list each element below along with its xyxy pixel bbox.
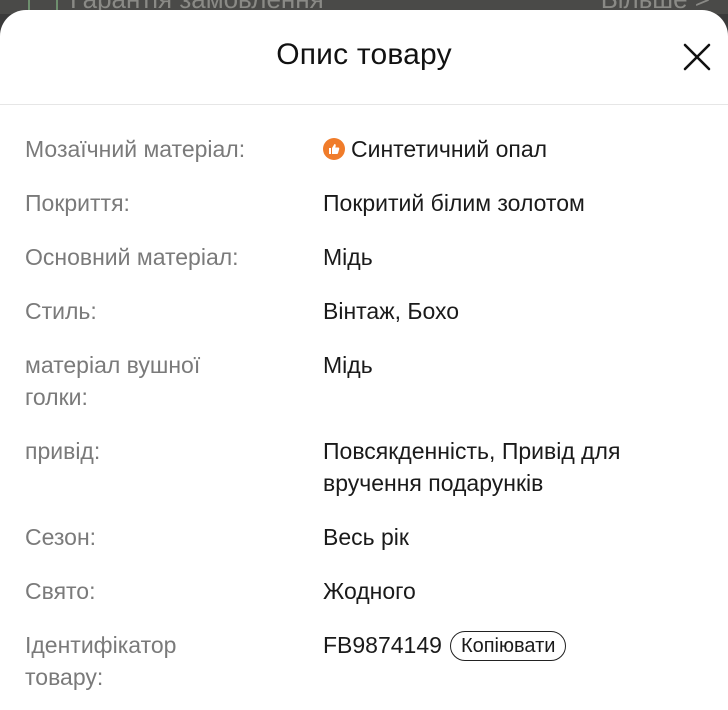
- close-icon: [683, 43, 711, 71]
- close-button[interactable]: [680, 40, 714, 74]
- attribute-label: Покриття:: [25, 190, 130, 216]
- attribute-value: Синтетичний опал: [323, 133, 713, 165]
- attribute-value: FB9874149 Копіювати: [323, 629, 713, 661]
- attribute-value: Жодного: [323, 578, 416, 604]
- attribute-label: Мозаїчний матеріал:: [25, 136, 246, 162]
- attribute-label: привід:: [25, 438, 101, 464]
- attribute-label: Сезон:: [25, 524, 97, 550]
- attribute-label: Свято:: [25, 578, 96, 604]
- product-id-text: FB9874149: [323, 632, 442, 658]
- attribute-value: Покритий білим золотом: [323, 190, 585, 216]
- attribute-value-text: Синтетичний опал: [351, 136, 548, 162]
- attribute-value: Мідь: [323, 352, 373, 378]
- attribute-label: Основний матеріал:: [25, 244, 239, 270]
- attribute-value: Весь рік: [323, 524, 409, 550]
- sheet-title: Опис товару: [276, 38, 452, 71]
- attribute-value: Повсякденність, Привід для вручення пода…: [323, 438, 621, 496]
- copy-button[interactable]: Копіювати: [449, 631, 567, 661]
- attribute-label: Ідентифікатор товару:: [25, 632, 177, 690]
- attribute-label: Стиль:: [25, 298, 97, 324]
- sheet-header: Опис товару: [0, 10, 728, 105]
- attribute-value: Мідь: [323, 244, 373, 270]
- attribute-value: Вінтаж, Бохо: [323, 298, 460, 324]
- thumbs-up-icon: [323, 138, 345, 160]
- attribute-label: матеріал вушної голки:: [25, 352, 201, 410]
- product-description-sheet: Опис товару Мозаїчний матеріал: Синтетич…: [0, 10, 728, 710]
